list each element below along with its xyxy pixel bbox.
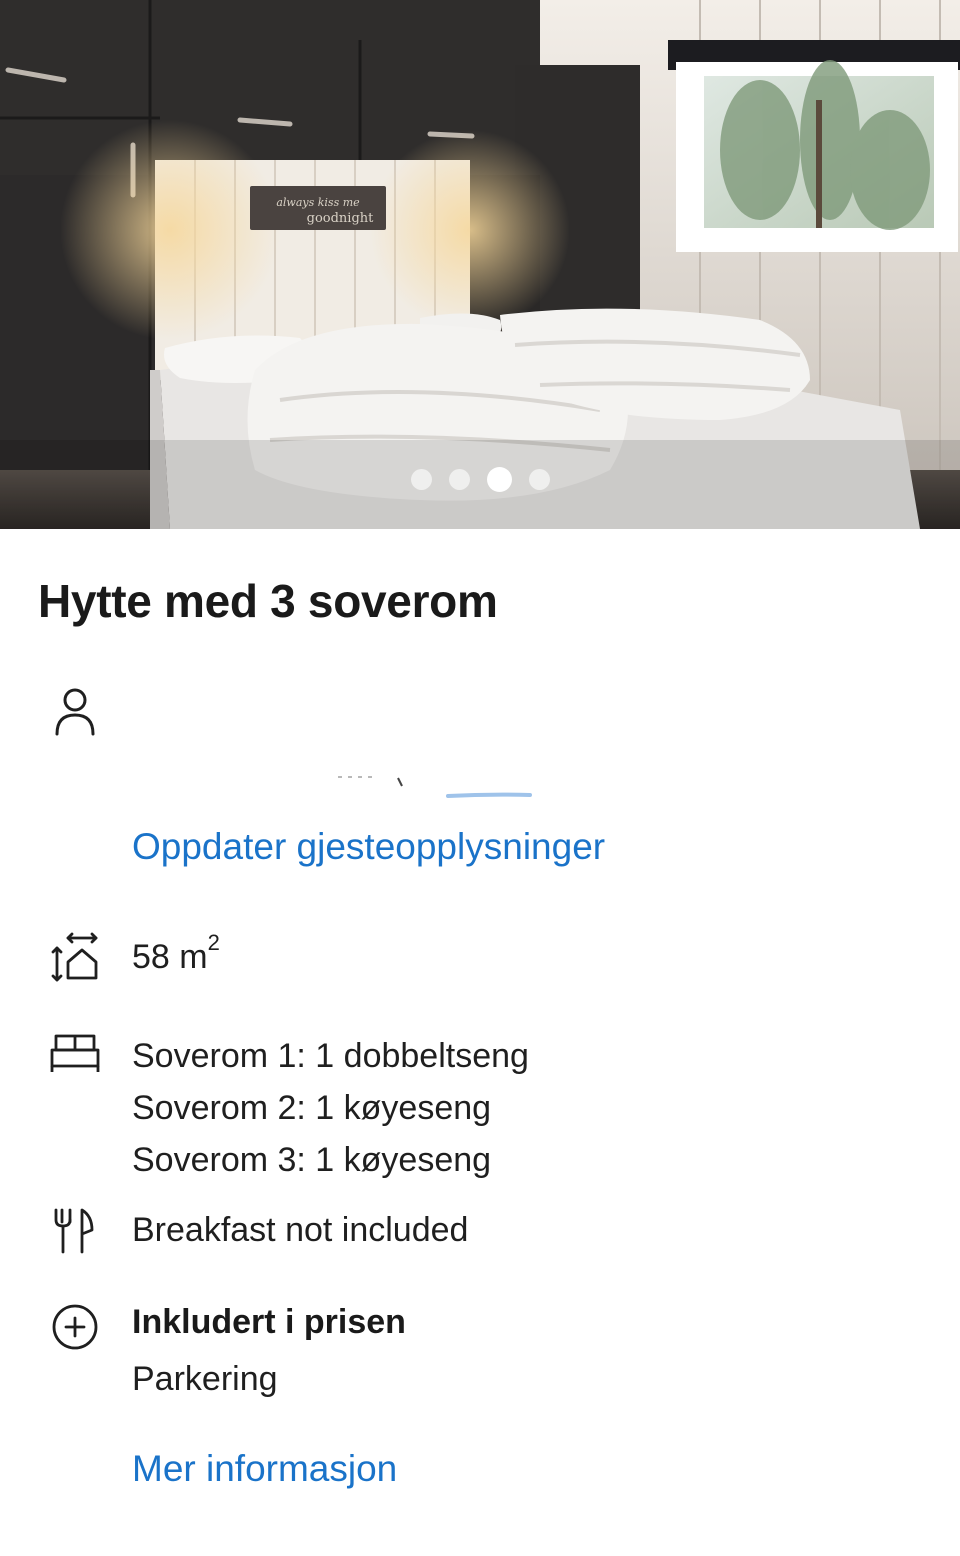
included-item-parking: Parkering: [132, 1360, 278, 1398]
bedroom-photo: always kiss me goodnight: [0, 0, 960, 529]
floor-area-unit-sup: 2: [207, 930, 220, 955]
included-heading: Inkludert i prisen: [132, 1303, 406, 1341]
bedroom-item: Soverom 2: 1 køyeseng: [132, 1089, 492, 1127]
listing-title: Hytte med 3 soverom: [38, 575, 498, 627]
floor-area: 58 m2: [132, 932, 220, 977]
bedroom-list: Soverom 1: 1 dobbeltseng Soverom 2: 1 kø…: [132, 1030, 529, 1186]
guest-details-redacted: [338, 776, 532, 798]
carousel-dot[interactable]: [528, 469, 550, 490]
carousel-dot[interactable]: [448, 469, 470, 490]
update-guest-info-link[interactable]: Oppdater gjesteopplysninger: [132, 826, 605, 868]
bedroom-item: Soverom 3: 1 køyeseng: [132, 1141, 492, 1179]
photo-carousel[interactable]: always kiss me goodnight: [0, 0, 960, 529]
meal-info: Breakfast not included: [132, 1211, 469, 1249]
carousel-dot-active[interactable]: [486, 467, 512, 492]
carousel-dot[interactable]: [410, 469, 432, 490]
floor-area-value: 58 m: [132, 938, 208, 976]
person-icon: [48, 684, 102, 738]
cutlery-icon: [48, 1204, 102, 1258]
more-info-link[interactable]: Mer informasjon: [132, 1448, 397, 1490]
sign-line-1: always kiss me: [276, 196, 360, 209]
plus-circle-icon: [48, 1300, 102, 1354]
floor-area-icon: [48, 930, 102, 984]
bedroom-item: Soverom 1: 1 dobbeltseng: [132, 1037, 529, 1075]
sign-line-2: goodnight: [307, 211, 375, 226]
bed-icon: [48, 1026, 102, 1080]
carousel-indicator[interactable]: [0, 467, 960, 492]
